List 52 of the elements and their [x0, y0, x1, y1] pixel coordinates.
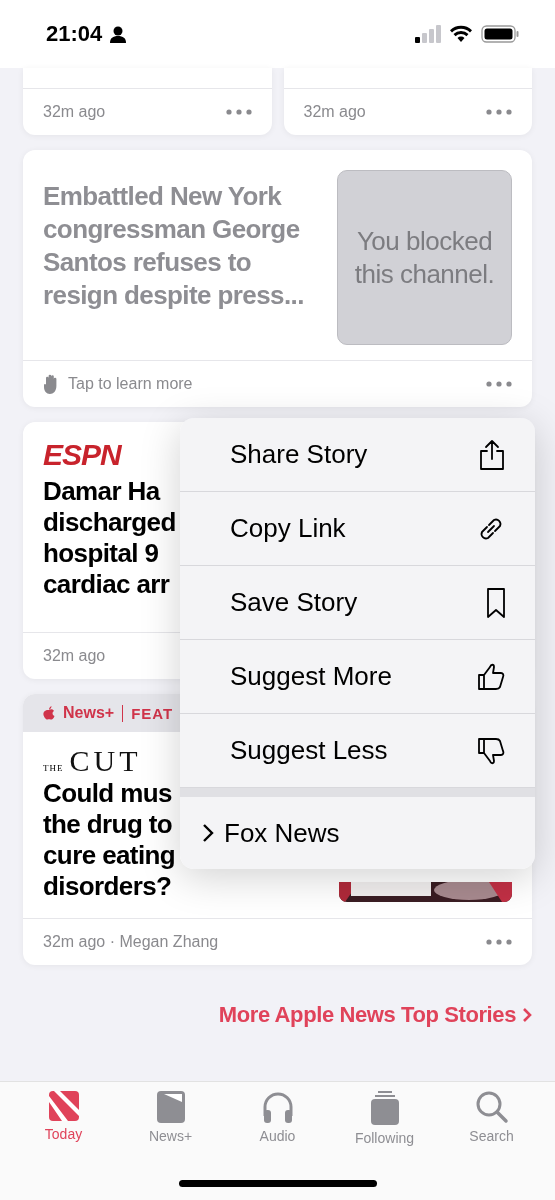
headline-line: hospital 9	[43, 538, 159, 569]
headline-line: the drug to	[43, 809, 173, 840]
tab[interactable]: Following	[339, 1090, 430, 1146]
story-card[interactable]: 32m ago	[23, 68, 272, 135]
story-card[interactable]: Embattled New York congressman George Santos refuses to resign despite press... You blocked this channel. Tap to learn more	[23, 150, 532, 407]
story-headline: Embattled New York congressman George Santos refuses to resign despite press...	[43, 180, 305, 312]
magazine-icon	[155, 1090, 186, 1124]
menu-item[interactable]: Share Story	[180, 418, 535, 492]
headline-line: Damar Ha	[43, 476, 160, 507]
more-icon[interactable]	[486, 381, 512, 387]
menu-item[interactable]: Copy Link	[180, 492, 535, 566]
story-time: 32m ago	[303, 103, 366, 121]
share-icon	[477, 438, 507, 471]
tab[interactable]: Today	[18, 1090, 109, 1146]
person-icon	[110, 25, 127, 43]
more-icon[interactable]	[225, 109, 252, 115]
section-label: FEAT	[122, 704, 174, 722]
story-byline: 32m ago · Megan Zhang	[43, 933, 219, 951]
status-time: 21:04	[46, 21, 103, 47]
more-icon[interactable]	[486, 939, 512, 945]
headline-line: Could mus	[43, 778, 172, 809]
tab[interactable]: Audio	[232, 1090, 323, 1146]
battery-icon	[481, 25, 519, 43]
blocked-notice: You blocked this channel.	[337, 170, 512, 345]
menu-item[interactable]: Suggest More	[180, 640, 535, 714]
story-card[interactable]: 32m ago	[283, 68, 532, 135]
apple-icon	[43, 706, 55, 720]
more-icon[interactable]	[486, 109, 512, 115]
menu-item[interactable]: Save Story	[180, 566, 535, 640]
news-icon	[47, 1090, 80, 1122]
chevron-icon	[202, 823, 214, 843]
more-stories-link[interactable]: More Apple News Top Stories	[218, 1002, 532, 1028]
channel-menu-item[interactable]: Fox News	[180, 797, 535, 869]
brand-label: News+	[63, 704, 115, 722]
bookmark-icon	[485, 586, 507, 619]
wifi-icon	[449, 25, 473, 43]
source-logo: ESPN	[43, 440, 121, 470]
source-logo-prefix: THE	[43, 763, 64, 773]
stack-icon	[369, 1090, 400, 1126]
tab[interactable]: Search	[446, 1090, 537, 1146]
headline-line: discharged	[43, 507, 176, 538]
signal-icon	[415, 25, 441, 43]
source-logo: CUT	[69, 746, 142, 776]
headline-line: disorders?	[43, 871, 172, 902]
tab[interactable]: News+	[125, 1090, 216, 1146]
headline-line: cardiac arr	[43, 569, 170, 600]
chevron-icon	[522, 1007, 532, 1023]
search-icon	[474, 1090, 509, 1124]
story-time: 32m ago	[43, 103, 106, 121]
story-byline: 32m ago	[43, 647, 106, 665]
headline-line: cure eating	[43, 840, 176, 871]
learn-more-hint[interactable]: Tap to learn more	[68, 375, 193, 393]
